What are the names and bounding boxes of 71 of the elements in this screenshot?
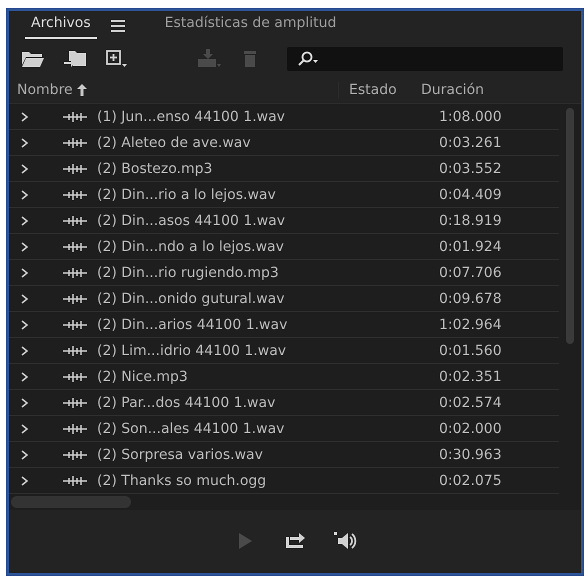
folder-arrow-icon — [63, 48, 87, 70]
expand-chevron-icon[interactable] — [21, 190, 29, 200]
expand-chevron-icon[interactable] — [21, 398, 29, 408]
duration-cell-text: 1:02.964 — [439, 316, 503, 332]
waveform-icon — [63, 112, 87, 122]
waveform-icon — [63, 320, 87, 330]
waveform-icon — [63, 424, 87, 434]
file-name: (2) Din...rio rugiendo.mp3 — [97, 264, 280, 280]
panel-tab[interactable]: Archivos — [25, 13, 97, 39]
expand-chevron-icon[interactable] — [21, 112, 29, 122]
duration-cell-text: 0:02.000 — [439, 420, 503, 436]
waveform-icon — [63, 138, 87, 148]
expand-chevron-icon[interactable] — [21, 164, 29, 174]
waveform-icon — [63, 268, 87, 278]
waveform-icon — [63, 242, 87, 252]
waveform-icon — [63, 164, 87, 174]
duration-cell-text: 0:01.560 — [439, 342, 503, 358]
duration-cell-text: 0:04.409 — [439, 186, 503, 202]
waveform-icon — [63, 476, 87, 486]
file-name: (2) Din...onido gutural.wav — [97, 290, 286, 306]
file-name: (2) Din...ndo a lo lejos.wav — [97, 238, 285, 254]
expand-chevron-icon[interactable] — [21, 216, 29, 226]
file-name: (2) Lim...idrio 44100 1.wav — [97, 342, 288, 358]
duration-cell-text: 0:03.552 — [439, 160, 503, 176]
waveform-icon — [63, 450, 87, 460]
search-field[interactable] — [287, 47, 563, 71]
file-name: (1) Jun...enso 44100 1.wav — [97, 108, 286, 124]
file-name: (2) Din...rio a lo lejos.wav — [97, 186, 277, 202]
expand-chevron-icon[interactable] — [21, 268, 29, 278]
duration-cell-text: 0:01.924 — [439, 238, 503, 254]
file-name: (2) Din...arios 44100 1.wav — [97, 316, 288, 332]
waveform-icon — [63, 294, 87, 304]
duration-cell-text: 0:02.075 — [439, 472, 503, 488]
waveform-icon — [63, 398, 87, 408]
expand-chevron-icon[interactable] — [21, 372, 29, 382]
file-name: (2) Par...dos 44100 1.wav — [97, 394, 276, 410]
column-header[interactable]: Estado — [349, 82, 397, 98]
search-icon — [297, 51, 319, 67]
expand-chevron-icon[interactable] — [21, 294, 29, 304]
waveform-icon — [63, 346, 87, 356]
duration-cell-text: 0:18.919 — [439, 212, 503, 228]
file-name: (2) Sorpresa varios.wav — [97, 446, 264, 462]
file-name: (2) Aleteo de ave.wav — [97, 134, 252, 150]
duration-cell-text: 1:08.000 — [439, 108, 503, 124]
duration-cell-text: 0:03.261 — [439, 134, 503, 150]
column-header[interactable]: Duración — [421, 82, 484, 98]
waveform-icon — [63, 216, 87, 226]
expand-chevron-icon[interactable] — [21, 450, 29, 460]
expand-chevron-icon[interactable] — [21, 476, 29, 486]
file-name: (2) Din...asos 44100 1.wav — [97, 212, 286, 228]
expand-chevron-icon[interactable] — [21, 346, 29, 356]
duration-cell-text: 0:09.678 — [439, 290, 503, 306]
duration-cell-text: 0:02.574 — [439, 394, 503, 410]
expand-chevron-icon[interactable] — [21, 138, 29, 148]
duration-cell-text: 0:07.706 — [439, 264, 503, 280]
duration-cell-text: 0:30.963 — [439, 446, 503, 462]
duration-cell-text: 0:02.351 — [439, 368, 503, 384]
expand-chevron-icon[interactable] — [21, 424, 29, 434]
waveform-icon — [63, 372, 87, 382]
tray-arrow-icon — [197, 48, 221, 70]
column-header[interactable]: Nombre — [17, 82, 73, 98]
expand-chevron-icon[interactable] — [21, 242, 29, 252]
file-name: (2) Son...ales 44100 1.wav — [97, 420, 286, 436]
vertical-scrollbar-thumb[interactable] — [566, 108, 574, 344]
expand-chevron-icon[interactable] — [21, 320, 29, 330]
panel-tab[interactable]: Estadísticas de amplitud — [158, 13, 342, 39]
file-name: (2) Bostezo.mp3 — [97, 160, 214, 176]
waveform-icon — [63, 190, 87, 200]
file-name: (2) Nice.mp3 — [97, 368, 189, 384]
menu-icon[interactable] — [110, 20, 125, 32]
file-name: (2) Thanks so much.ogg — [97, 472, 268, 488]
